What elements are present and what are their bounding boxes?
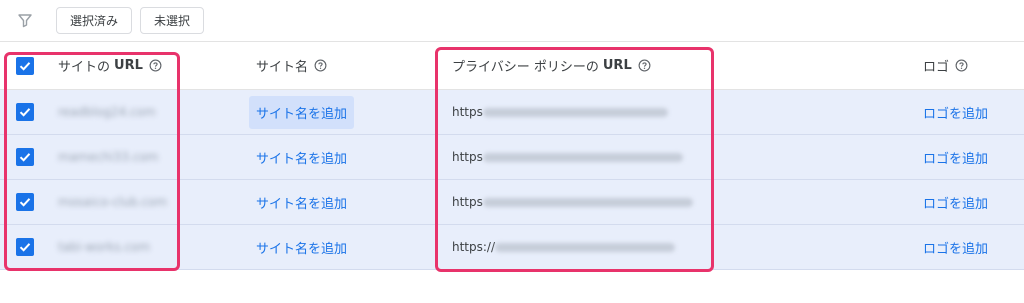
site-url-value: mosaico-club.com <box>58 195 168 209</box>
help-circle-icon[interactable] <box>149 59 162 72</box>
privacy-policy-url-value: https <box>452 150 483 164</box>
table-row[interactable]: mamechi33.com サイト名を追加 https ロゴを追加 <box>0 135 1024 180</box>
blurred-url-rest <box>482 107 668 117</box>
site-url-value: readblog24.com <box>58 105 156 119</box>
column-header-site-name: サイト名 <box>256 42 426 89</box>
add-logo-link[interactable]: ロゴを追加 <box>923 238 988 257</box>
row-checkbox[interactable] <box>16 103 34 121</box>
select-all-checkbox[interactable] <box>16 56 34 75</box>
column-header-label-bold: URL <box>114 58 143 73</box>
help-circle-icon[interactable] <box>314 59 327 72</box>
filter-toolbar: 選択済み 未選択 <box>0 0 1024 42</box>
column-header-site-url: サイトの URL <box>58 42 248 89</box>
filter-unselected-button[interactable]: 未選択 <box>140 7 204 34</box>
help-circle-icon[interactable] <box>955 59 968 72</box>
privacy-policy-url-value: https:// <box>452 240 496 254</box>
blurred-url-rest <box>482 197 693 207</box>
site-settings-panel: 選択済み 未選択 サイトの URL サイト名 プライバシー ポリシーの URL … <box>0 0 1024 303</box>
privacy-policy-url-value: https <box>452 195 483 209</box>
add-site-name-link[interactable]: サイト名を追加 <box>256 148 347 167</box>
column-header-label: サイト名 <box>256 60 309 75</box>
add-site-name-link[interactable]: サイト名を追加 <box>249 95 355 129</box>
table-row[interactable]: tabi-works.com サイト名を追加 https:// ロゴを追加 <box>0 225 1024 270</box>
column-header-logo: ロゴ <box>923 42 1013 89</box>
row-checkbox[interactable] <box>16 148 34 166</box>
add-site-name-link[interactable]: サイト名を追加 <box>256 238 347 257</box>
blurred-url-rest <box>482 152 683 162</box>
add-logo-link[interactable]: ロゴを追加 <box>923 148 988 167</box>
column-header-label: サイトの <box>58 60 111 75</box>
privacy-policy-url-value: https <box>452 105 483 119</box>
check-icon <box>19 61 31 71</box>
row-checkbox[interactable] <box>16 238 34 256</box>
column-header-privacy-policy-url: プライバシー ポリシーの URL <box>452 42 882 89</box>
column-header-label-bold: URL <box>602 58 632 73</box>
site-url-value: mamechi33.com <box>58 150 159 164</box>
check-icon <box>19 153 31 162</box>
site-url-value: tabi-works.com <box>58 240 151 254</box>
check-icon <box>19 198 31 207</box>
add-logo-link[interactable]: ロゴを追加 <box>923 103 988 122</box>
add-site-name-link[interactable]: サイト名を追加 <box>256 193 347 212</box>
table-row[interactable]: mosaico-club.com サイト名を追加 https ロゴを追加 <box>0 180 1024 225</box>
table-row[interactable]: readblog24.com サイト名を追加 https ロゴを追加 <box>0 90 1024 135</box>
filter-selected-button[interactable]: 選択済み <box>56 7 132 34</box>
help-circle-icon[interactable] <box>638 59 651 72</box>
column-header-label: ロゴ <box>923 60 950 75</box>
check-icon <box>19 243 31 252</box>
row-checkbox[interactable] <box>16 193 34 211</box>
check-icon <box>19 108 31 117</box>
filter-icon[interactable] <box>17 12 33 28</box>
column-header-label: プライバシー ポリシーの <box>452 60 599 75</box>
blurred-url-rest <box>495 242 676 252</box>
table-header-row: サイトの URL サイト名 プライバシー ポリシーの URL ロゴ <box>0 42 1024 90</box>
add-logo-link[interactable]: ロゴを追加 <box>923 193 988 212</box>
